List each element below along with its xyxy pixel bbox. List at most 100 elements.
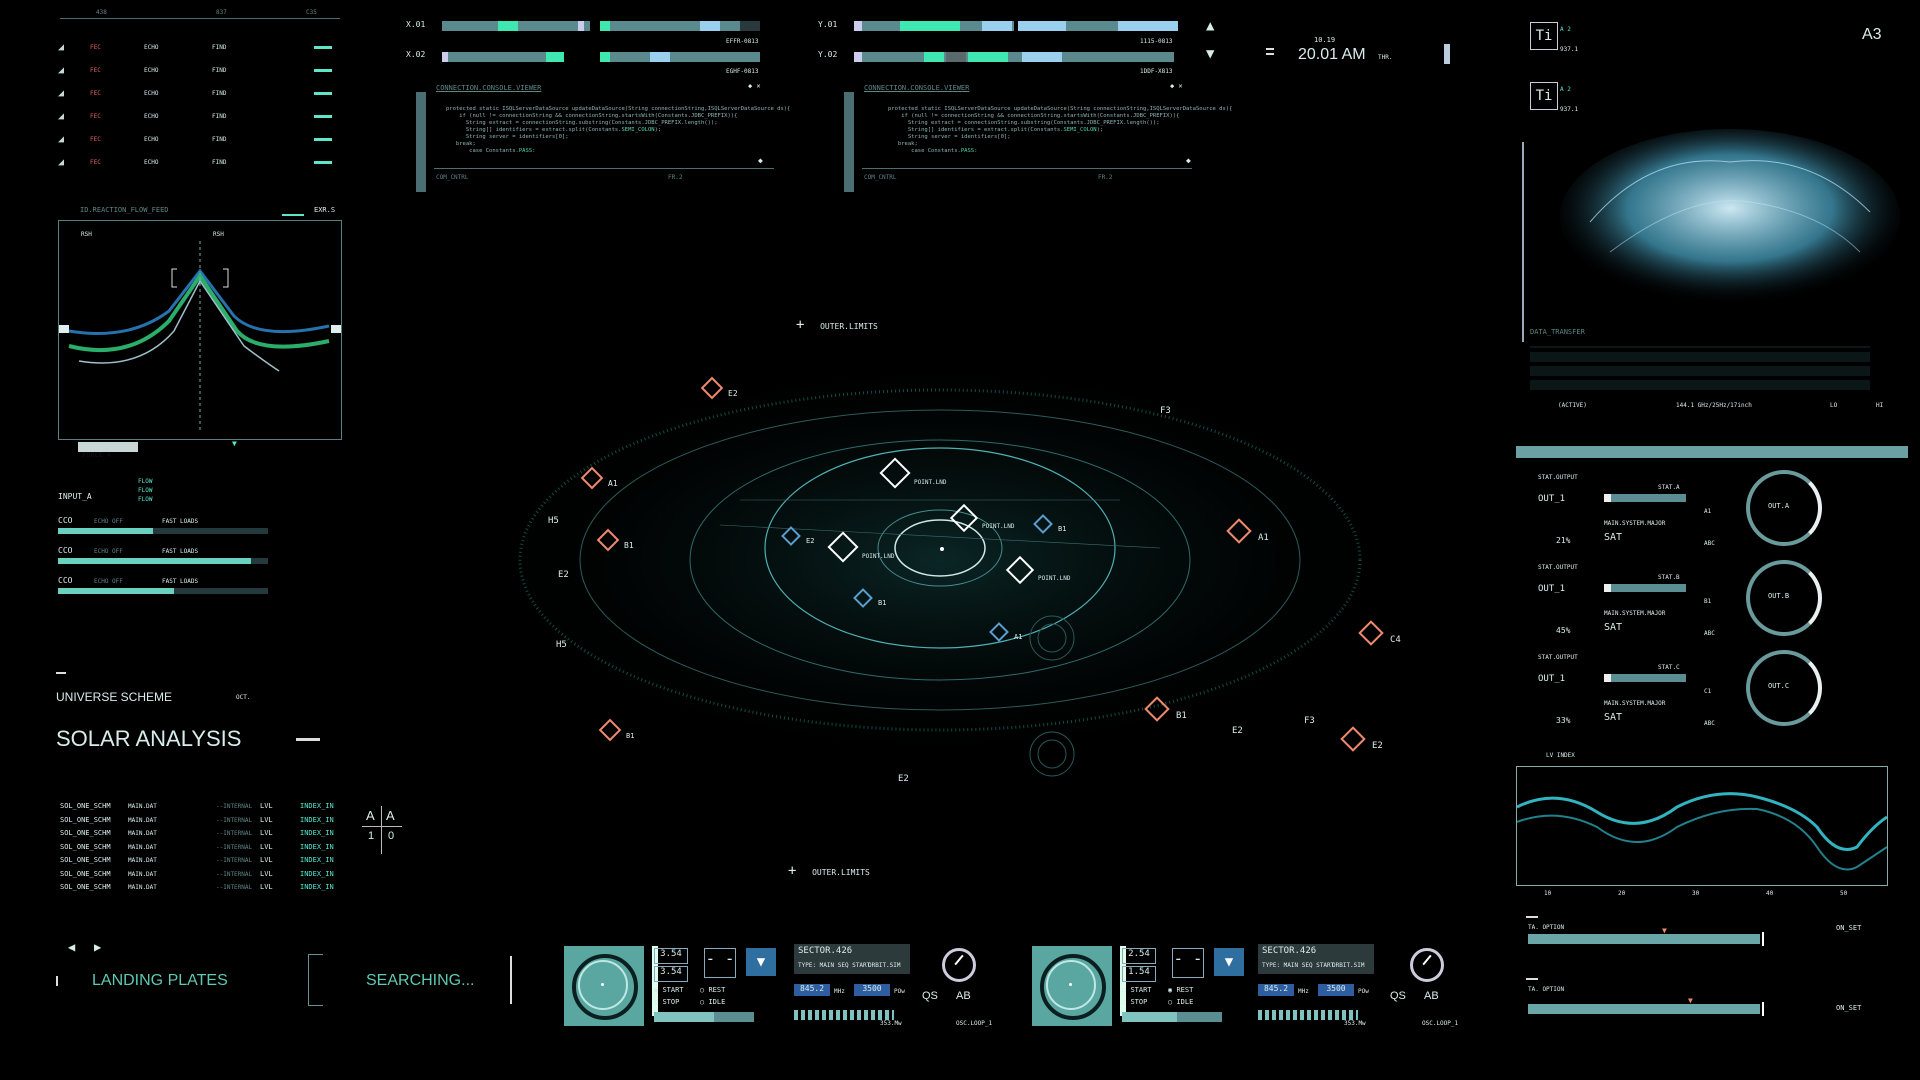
list-item[interactable]: ◢ FEC ECHO FIND [56, 38, 346, 61]
dial-panel[interactable] [1032, 946, 1112, 1026]
value-box[interactable]: 1.54 [1122, 966, 1156, 982]
map-marker[interactable]: E2 [700, 376, 738, 400]
map-marker[interactable]: B1 [596, 528, 634, 552]
map-marker[interactable]: F3 [1160, 398, 1171, 417]
ab-button[interactable]: AB [1424, 990, 1439, 1002]
cco-bar[interactable] [58, 558, 252, 564]
map-marker[interactable]: H5 [548, 508, 559, 527]
list-item[interactable]: ◢ FEC ECHO FIND [56, 107, 346, 130]
arrow-down-icon[interactable]: ▼ [1206, 46, 1214, 62]
output-ring[interactable]: OUT.C [1746, 650, 1822, 726]
table-row[interactable]: SOL_ONE_SCHM MAIN.DAT --INTERNAL LVL INDEX… [60, 856, 360, 870]
map-marker[interactable]: E2 [898, 766, 909, 785]
radio-rest[interactable]: ◉ REST [1168, 986, 1193, 994]
radio-start[interactable]: ◉ START [654, 986, 684, 994]
ta-slider[interactable]: ▼ [1528, 926, 1760, 944]
point-landing[interactable]: POINT.LND [879, 457, 947, 489]
map-marker[interactable]: E2 [1232, 718, 1243, 737]
table-row[interactable]: SOL_ONE_SCHM MAIN.DAT --INTERNAL LVL INDEX… [60, 870, 360, 884]
cco-control[interactable]: CCO ECHO OFF FAST LOADS [58, 516, 268, 536]
power-box[interactable]: 3500 [1318, 984, 1354, 996]
map-marker[interactable]: H5 [556, 632, 567, 651]
dial-panel[interactable] [564, 946, 644, 1026]
value-box[interactable]: 3.54 [654, 966, 688, 982]
table-row[interactable]: SOL_ONE_SCHM MAIN.DAT --INTERNAL LVL INDEX… [60, 883, 360, 897]
cco-control[interactable]: CCO ECHO OFF FAST LOADS [58, 576, 268, 596]
x-bar[interactable] [442, 21, 590, 31]
map-marker[interactable]: A1 [1226, 518, 1269, 544]
list-item[interactable]: ◢ FEC ECHO FIND [56, 130, 346, 153]
output-ring[interactable]: OUT.A [1746, 470, 1822, 546]
close-icon[interactable]: ◆ ✕ [1170, 82, 1183, 90]
dropdown-button[interactable]: ▼ [746, 948, 776, 976]
console-code: protected static ISQLServerDataSource up… [888, 106, 1233, 154]
point-landing[interactable]: POINT.LND [827, 531, 895, 563]
radio-stop[interactable]: ○ STOP [1122, 998, 1147, 1006]
qs-button[interactable]: QS [922, 990, 938, 1002]
progress-bar[interactable] [1122, 1012, 1222, 1022]
cco-bar[interactable] [58, 528, 153, 534]
map-marker[interactable]: A1 [989, 622, 1022, 643]
stat-bar[interactable] [1604, 494, 1686, 502]
sector-box[interactable]: SECTOR.426 TYPE: MAIN SEQ START ORBIT.SI… [794, 944, 910, 974]
control-cluster: 2.54 1.54 - - ▼ ○ START ◉ REST ○ STOP ○ … [1032, 944, 1472, 1030]
dropdown-button[interactable]: ▼ [1214, 948, 1244, 976]
point-landing[interactable]: POINT.LND [949, 503, 1015, 533]
arrow-left-icon[interactable]: ◀ [68, 940, 75, 954]
x-bar[interactable] [600, 52, 760, 62]
knob[interactable] [1410, 948, 1444, 982]
map-marker[interactable]: B1 [1033, 514, 1066, 535]
knob[interactable] [942, 948, 976, 982]
map-marker[interactable]: B1 [598, 718, 634, 742]
table-row[interactable]: SOL_ONE_SCHM MAIN.DAT --INTERNAL LVL INDEX… [60, 802, 360, 816]
value-box[interactable]: 3.54 [654, 948, 688, 964]
y-bar[interactable] [854, 52, 1174, 62]
diamond-icon[interactable]: ◆ [758, 156, 763, 165]
radio-rest[interactable]: ○ REST [700, 986, 725, 994]
radio-stop[interactable]: ○ STOP [654, 998, 679, 1006]
map-marker[interactable]: E2 [558, 562, 569, 581]
ab-button[interactable]: AB [956, 990, 971, 1002]
power-box[interactable]: 3500 [854, 984, 890, 996]
map-marker[interactable]: B1 [853, 588, 886, 609]
y-bar[interactable] [1018, 21, 1178, 31]
arrow-up-icon[interactable]: ▲ [1206, 18, 1214, 34]
map-marker[interactable]: E2 [1340, 726, 1383, 752]
map-marker[interactable]: F3 [1304, 708, 1315, 727]
ti-badge[interactable]: Ti [1530, 82, 1558, 110]
radio-start[interactable]: ○ START [1122, 986, 1152, 994]
stat-bar[interactable] [1604, 584, 1686, 592]
map-marker[interactable]: E2 [781, 526, 814, 547]
ti-badge[interactable]: Ti [1530, 22, 1558, 50]
freq-box[interactable]: 845.2 [794, 984, 830, 996]
progress-bar[interactable] [654, 1012, 754, 1022]
y-bar[interactable] [854, 21, 1014, 31]
arrow-right-icon[interactable]: ▶ [94, 940, 101, 954]
ta-slider[interactable]: ▼ [1528, 996, 1760, 1014]
cco-control[interactable]: CCO ECHO OFF FAST LOADS [58, 546, 268, 566]
table-row[interactable]: SOL_ONE_SCHM MAIN.DAT --INTERNAL LVL INDEX… [60, 843, 360, 857]
value-box[interactable]: 2.54 [1122, 948, 1156, 964]
point-landing[interactable]: POINT.LND [1005, 555, 1071, 585]
diamond-icon[interactable]: ◆ [1186, 156, 1191, 165]
map-marker[interactable]: B1 [1144, 696, 1187, 722]
qs-button[interactable]: QS [1390, 990, 1406, 1002]
stat-bar[interactable] [1604, 674, 1686, 682]
cco-bar[interactable] [58, 588, 174, 594]
list-item[interactable]: ◢ FEC ECHO FIND [56, 61, 346, 84]
x-bar[interactable] [442, 52, 564, 62]
list-item[interactable]: ◢ FEC ECHO FIND [56, 84, 346, 107]
sector-box[interactable]: SECTOR.426 TYPE: MAIN SEQ START ORBIT.SI… [1258, 944, 1374, 974]
table-row[interactable]: SOL_ONE_SCHM MAIN.DAT --INTERNAL LVL INDEX… [60, 816, 360, 830]
radio-idle[interactable]: ○ IDLE [700, 998, 725, 1006]
map-marker[interactable]: A1 [580, 466, 618, 490]
output-ring[interactable]: OUT.B [1746, 560, 1822, 636]
x-bar[interactable] [600, 21, 760, 31]
radio-idle[interactable]: ○ IDLE [1168, 998, 1193, 1006]
list-item[interactable]: ◢ FEC ECHO FIND [56, 153, 346, 176]
ab-grid[interactable]: A A 1 0 [362, 806, 402, 856]
table-row[interactable]: SOL_ONE_SCHM MAIN.DAT --INTERNAL LVL INDEX… [60, 829, 360, 843]
close-icon[interactable]: ◆ ✕ [748, 82, 761, 90]
map-marker[interactable]: C4 [1358, 620, 1401, 646]
freq-box[interactable]: 845.2 [1258, 984, 1294, 996]
